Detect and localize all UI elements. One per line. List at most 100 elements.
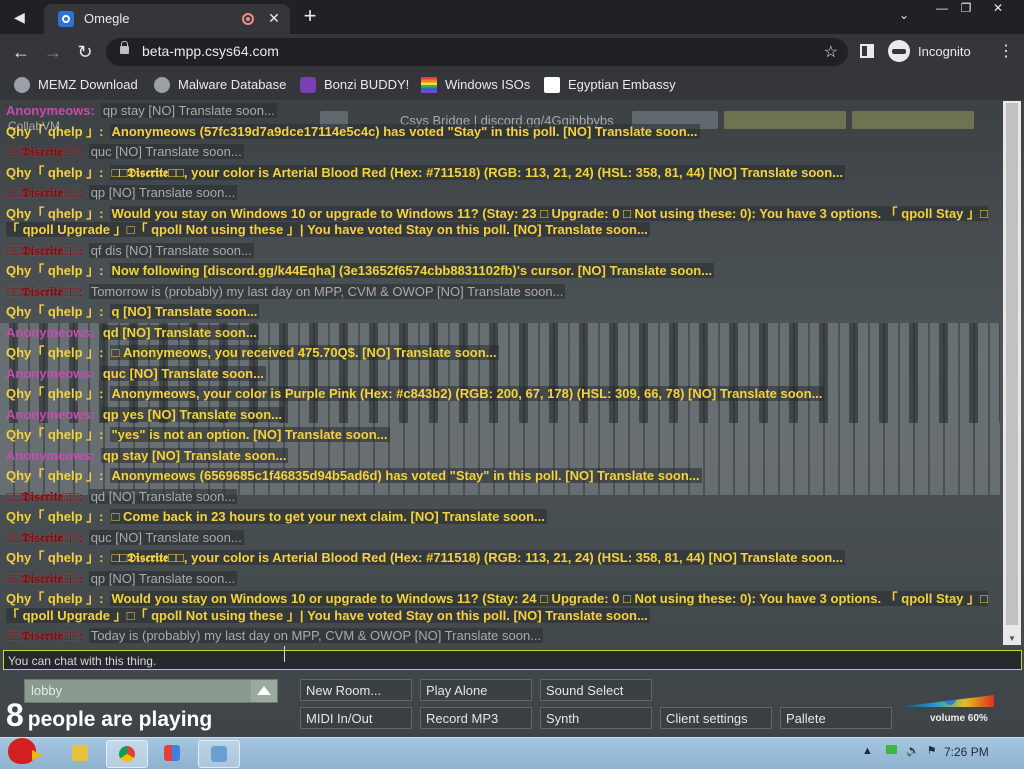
room-value: lobby xyxy=(31,683,63,698)
chat-message-text: □ Anonymeows, you received 475.70Q$. [NO… xyxy=(109,345,499,360)
chat-input[interactable] xyxy=(6,652,1010,670)
scrollbar-thumb[interactable] xyxy=(1006,103,1018,625)
taskbar-explorer[interactable] xyxy=(60,740,100,766)
chat-message-author[interactable]: □□𝕯𝖎𝖘𝖈𝖗𝖎𝖙𝖊□□: xyxy=(6,628,83,643)
chat-message-author[interactable]: □□𝕯𝖎𝖘𝖈𝖗𝖎𝖙𝖊□□: xyxy=(6,144,83,159)
url-text[interactable]: beta-mpp.csys64.com xyxy=(142,43,279,59)
chat-message-author[interactable]: Anonymeows: xyxy=(6,448,95,463)
chat-message-text: q [NO] Translate soon... xyxy=(109,304,260,319)
chat-message-author[interactable]: Qhy「 qhelp 」: xyxy=(6,263,104,278)
new-room-button[interactable]: New Room... xyxy=(300,679,412,701)
chat-message-text: qp yes [NO] Translate soon... xyxy=(100,406,284,422)
chat-message: Qhy「 qhelp 」: Would you stay on Windows 1… xyxy=(6,205,996,239)
volume-knob[interactable] xyxy=(944,695,956,705)
chat-message-author[interactable]: Anonymeows: xyxy=(6,407,95,422)
chat-message-text: qp stay [NO] Translate soon... xyxy=(100,447,289,463)
sound-select-button[interactable]: Sound Select xyxy=(540,679,652,701)
chat-log: Anonymeows: qp stay [NO] Translate soon..… xyxy=(6,103,996,649)
chat-message-author[interactable]: Anonymeows: xyxy=(6,325,95,340)
restore-button[interactable]: ❐ xyxy=(952,0,980,18)
chat-message: □□𝕯𝖎𝖘𝖈𝖗𝖎𝖙𝖊□□: qf dis [NO] Translate soon.… xyxy=(6,242,996,260)
memz-icon xyxy=(14,77,30,93)
chat-message-author[interactable]: Qhy「 qhelp 」: xyxy=(6,206,104,221)
chat-message-author[interactable]: Qhy「 qhelp 」: xyxy=(6,509,104,524)
browser-toolbar: ← → ↻ beta-mpp.csys64.com ☆ Incognito ⋮ xyxy=(0,34,1024,70)
chat-message-author[interactable]: Qhy「 qhelp 」: xyxy=(6,550,104,565)
tray-up-arrow-icon[interactable]: ▲ xyxy=(862,745,873,757)
close-window-button[interactable]: ✕ xyxy=(984,0,1012,18)
close-tab-icon[interactable]: ✕ xyxy=(264,8,284,28)
player-count: 8 people are playing xyxy=(6,697,212,734)
chat-message: Qhy「 qhelp 」: □ Anonymeows, you received … xyxy=(6,345,996,362)
chat-message-author[interactable]: Qhy「 qhelp 」: xyxy=(6,124,104,139)
chat-message: Qhy「 qhelp 」: "yes" is not an option. [NO… xyxy=(6,427,996,444)
client-settings-button[interactable]: Client settings xyxy=(660,707,772,729)
chat-message-author[interactable]: □□𝕯𝖎𝖘𝖈𝖗𝖎𝖙𝖊□□: xyxy=(6,571,83,586)
record-mp3-button[interactable]: Record MP3 xyxy=(420,707,532,729)
chat-message-author[interactable]: Qhy「 qhelp 」: xyxy=(6,591,104,606)
chat-message-text: Today is (probably) my last day on MPP, … xyxy=(88,628,544,643)
network-icon[interactable] xyxy=(885,745,897,754)
chat-input-box[interactable] xyxy=(3,650,1022,670)
chat-message-author[interactable]: □□𝕯𝖎𝖘𝖈𝖗𝖎𝖙𝖊□□: xyxy=(6,284,83,299)
chat-message: Anonymeows: qp stay [NO] Translate soon..… xyxy=(6,447,996,465)
bookmark-label: MEMZ Download xyxy=(38,77,138,92)
chat-message-text: Would you stay on Windows 10 or upgrade … xyxy=(6,205,988,237)
chat-message: Qhy「 qhelp 」: □□𝕯𝖎𝖘𝖈𝖗𝖎𝖙𝖊□□, your color is… xyxy=(6,164,996,182)
chat-message: Qhy「 qhelp 」: Anonymeows (57fc319d7a9dce1… xyxy=(6,123,996,141)
chat-message-author[interactable]: □□𝕯𝖎𝖘𝖈𝖗𝖎𝖙𝖊□□: xyxy=(6,530,83,545)
chevron-down-icon[interactable]: ⌄ xyxy=(894,8,914,28)
flag-icon[interactable]: ⚑ xyxy=(927,745,937,757)
back-arrow-icon[interactable]: ← xyxy=(10,41,32,63)
chat-message: □□𝕯𝖎𝖘𝖈𝖗𝖎𝖙𝖊□□: Tomorrow is (probably) my l… xyxy=(6,283,996,301)
chat-message-author[interactable]: □□𝕯𝖎𝖘𝖈𝖗𝖎𝖙𝖊□□: xyxy=(6,243,83,258)
tab-omegle[interactable]: Omegle ✕ xyxy=(44,4,290,34)
chat-message-author[interactable]: □□𝕯𝖎𝖘𝖈𝖗𝖎𝖙𝖊□□: xyxy=(6,185,83,200)
chat-message-text: Tomorrow is (probably) my last day on MP… xyxy=(88,283,566,299)
chat-message-author[interactable]: Qhy「 qhelp 」: xyxy=(6,345,104,360)
pallete-button[interactable]: Pallete xyxy=(780,707,892,729)
kebab-menu-icon[interactable]: ⋮ xyxy=(998,42,1014,62)
midi-button[interactable]: MIDI In/Out xyxy=(300,707,412,729)
chat-message-text: Anonymeows (57fc319d7a9dce17114e5c4c) ha… xyxy=(109,123,700,139)
bookmark-star-icon[interactable]: ☆ xyxy=(824,42,838,62)
chat-message-author[interactable]: Qhy「 qhelp 」: xyxy=(6,468,104,483)
play-alone-button[interactable]: Play Alone xyxy=(420,679,532,701)
chat-message-text: □ Come back in 23 hours to get your next… xyxy=(109,509,547,524)
chat-message-author[interactable]: Qhy「 qhelp 」: xyxy=(6,165,104,180)
clock[interactable]: 7:26 PM xyxy=(944,745,989,759)
start-button[interactable] xyxy=(2,734,48,769)
chat-scrollbar[interactable]: ▼ xyxy=(1003,101,1021,645)
taskbar-window[interactable] xyxy=(198,740,240,768)
volume-slider[interactable] xyxy=(898,695,994,707)
synth-button[interactable]: Synth xyxy=(540,707,652,729)
volume-icon[interactable]: 🔈 xyxy=(906,745,920,757)
chat-message-author[interactable]: □□𝕯𝖎𝖘𝖈𝖗𝖎𝖙𝖊□□: xyxy=(6,489,83,504)
omegle-favicon-icon xyxy=(58,11,74,27)
chevron-up-icon[interactable] xyxy=(251,680,277,702)
chat-message-author[interactable]: Qhy「 qhelp 」: xyxy=(6,427,104,442)
window-icon xyxy=(211,746,227,762)
lock-icon[interactable] xyxy=(120,41,129,54)
new-tab-button[interactable]: + xyxy=(298,4,322,28)
forward-arrow-icon[interactable]: → xyxy=(42,41,64,63)
chat-message-author[interactable]: Qhy「 qhelp 」: xyxy=(6,304,104,319)
chat-message-author[interactable]: Anonymeows: xyxy=(6,103,95,118)
reload-icon[interactable]: ↻ xyxy=(74,41,96,63)
side-panel-icon[interactable] xyxy=(860,44,874,58)
speaker-icon[interactable]: ◀ xyxy=(14,7,42,27)
chat-message: Qhy「 qhelp 」: Anonymeows, your color is P… xyxy=(6,386,996,403)
player-count-number: 8 xyxy=(6,697,24,733)
recording-icon xyxy=(242,13,254,25)
taskbar-media[interactable] xyxy=(152,740,192,766)
chat-message-text: Anonymeows, your color is Purple Pink (H… xyxy=(109,386,825,401)
taskbar-chrome[interactable] xyxy=(106,740,148,768)
player-count-label: people are playing xyxy=(27,708,213,731)
bookmark-label: Windows ISOs xyxy=(445,77,531,92)
address-bar[interactable]: beta-mpp.csys64.com ☆ xyxy=(106,38,848,66)
tab-title: Omegle xyxy=(84,11,130,26)
chat-message-author[interactable]: Anonymeows: xyxy=(6,366,95,381)
chat-message-text: qp [NO] Translate soon... xyxy=(88,185,238,200)
scroll-down-icon[interactable]: ▼ xyxy=(1008,634,1016,643)
chat-message-author[interactable]: Qhy「 qhelp 」: xyxy=(6,386,104,401)
